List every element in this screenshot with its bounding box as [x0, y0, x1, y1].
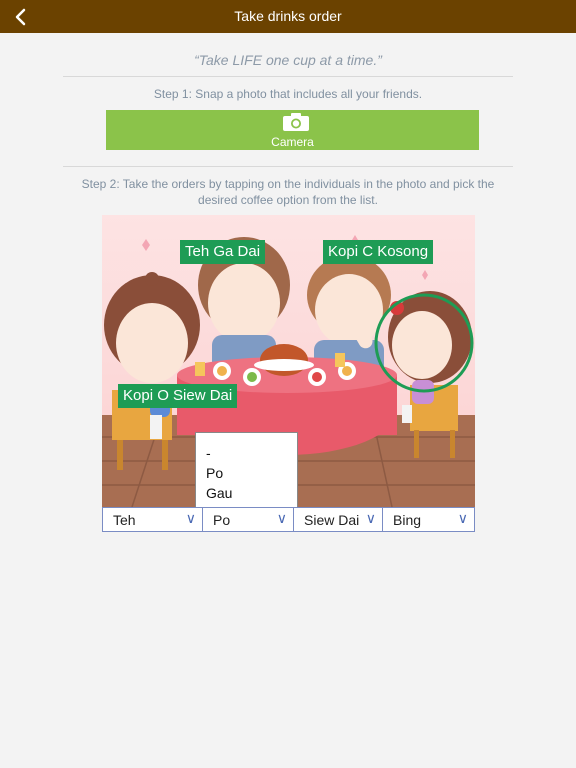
order-options-row: Teh ∨ Po ∨ Siew Dai ∨ Bing ∨	[102, 507, 475, 532]
option-picker-popup: - Po Gau	[195, 432, 298, 508]
chevron-down-icon: ∨	[276, 510, 287, 526]
order-tag[interactable]: Kopi C Kosong	[323, 240, 434, 264]
page-title: Take drinks order	[234, 8, 342, 24]
navigation-bar: Take drinks order	[0, 0, 576, 33]
dropdown-value: Siew Dai	[304, 512, 360, 528]
camera-button-label: Camera	[271, 135, 314, 149]
dropdown-value: Bing	[393, 512, 422, 528]
dropdown-value: Teh	[113, 512, 136, 528]
camera-button[interactable]: Camera	[106, 110, 479, 150]
chevron-down-icon: ∨	[365, 510, 376, 526]
drink-type-dropdown[interactable]: Teh ∨	[103, 508, 203, 531]
picker-option[interactable]: -	[206, 443, 297, 463]
strength-dropdown[interactable]: Po ∨	[203, 508, 294, 531]
dropdown-value: Po	[213, 512, 231, 528]
chevron-down-icon: ∨	[185, 510, 196, 526]
picker-option[interactable]: Gau	[206, 483, 297, 503]
chevron-down-icon: ∨	[457, 510, 468, 526]
sweetness-dropdown[interactable]: Siew Dai ∨	[294, 508, 383, 531]
picker-option[interactable]: Po	[206, 463, 297, 483]
order-tag[interactable]: Teh Ga Dai	[180, 240, 266, 264]
divider	[63, 76, 513, 77]
camera-icon	[283, 113, 309, 131]
motto-text: “Take LIFE one cup at a time.”	[194, 52, 382, 68]
divider	[63, 166, 513, 167]
step1-instruction: Step 1: Snap a photo that includes all y…	[153, 87, 423, 101]
step2-instruction: Step 2: Take the orders by tapping on th…	[81, 177, 495, 207]
temperature-dropdown[interactable]: Bing ∨	[383, 508, 474, 531]
order-tag[interactable]: Kopi O Siew Dai	[118, 384, 238, 408]
